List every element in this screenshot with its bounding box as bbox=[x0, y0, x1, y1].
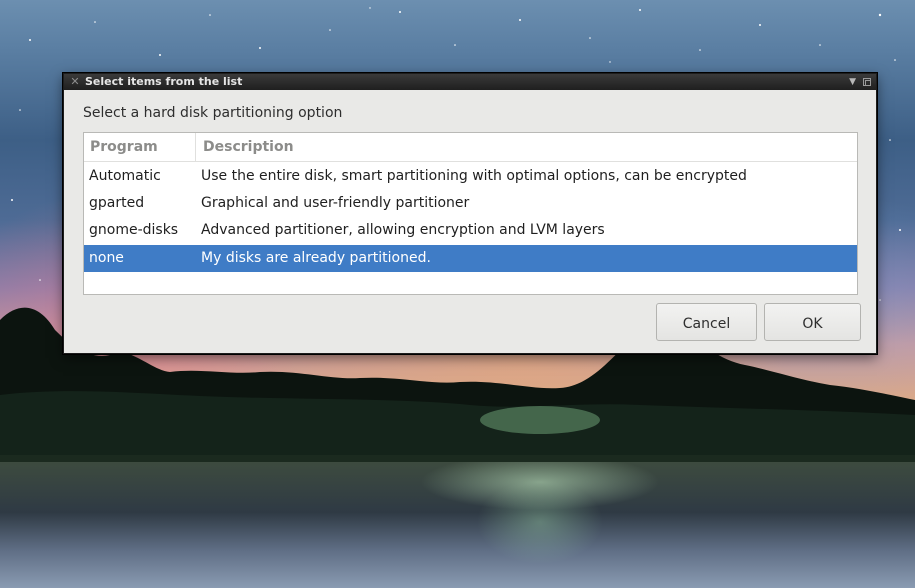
window-title: Select items from the list bbox=[85, 75, 243, 88]
column-header-program[interactable]: Program bbox=[84, 133, 196, 161]
row-program: gnome-disks bbox=[89, 222, 179, 238]
list-row-automatic[interactable]: Automatic Use the entire disk, smart par… bbox=[84, 163, 857, 190]
close-icon[interactable]: ✕ bbox=[69, 74, 81, 90]
dialog-prompt: Select a hard disk partitioning option bbox=[83, 105, 343, 121]
lake-reflection bbox=[0, 462, 915, 588]
row-program: none bbox=[89, 250, 124, 266]
row-description: Advanced partitioner, allowing encryptio… bbox=[201, 222, 605, 238]
select-items-dialog: ✕ Select items from the list ▼ Select a … bbox=[63, 73, 877, 354]
row-program: gparted bbox=[89, 195, 145, 211]
row-description: Use the entire disk, smart partitioning … bbox=[201, 168, 747, 184]
row-description: My disks are already partitioned. bbox=[201, 250, 431, 266]
list-row-none[interactable]: none My disks are already partitioned. bbox=[84, 245, 857, 272]
ok-button[interactable]: OK bbox=[764, 303, 861, 341]
row-description: Graphical and user-friendly partitioner bbox=[201, 195, 470, 211]
list-row-gparted[interactable]: gparted Graphical and user-friendly part… bbox=[84, 190, 857, 217]
maximize-icon[interactable] bbox=[863, 78, 871, 86]
row-program: Automatic bbox=[89, 168, 161, 184]
list-header: Program Description bbox=[84, 133, 857, 162]
title-bar[interactable]: ✕ Select items from the list ▼ bbox=[64, 74, 876, 90]
options-list[interactable]: Program Description Automatic Use the en… bbox=[83, 132, 858, 295]
list-row-gnome-disks[interactable]: gnome-disks Advanced partitioner, allowi… bbox=[84, 217, 857, 244]
column-header-description[interactable]: Description bbox=[197, 133, 857, 161]
cancel-button[interactable]: Cancel bbox=[656, 303, 757, 341]
window-menu-icon[interactable]: ▼ bbox=[849, 74, 856, 90]
